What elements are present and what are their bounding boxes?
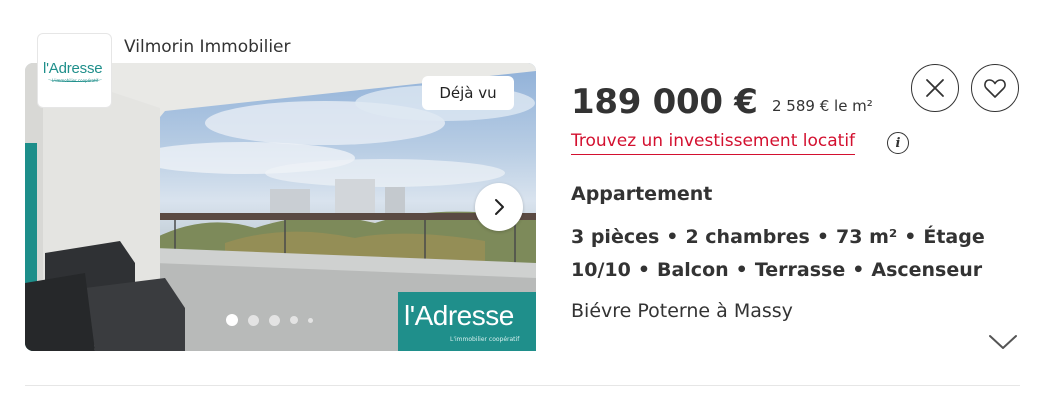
carousel-dot[interactable] [308,317,313,323]
property-type: Appartement [571,183,713,205]
listing-card[interactable]: l'Adresse L'immobilier coopératif Vilmor… [0,0,1056,413]
feature-separator: • [816,226,830,248]
carousel-dots[interactable] [226,314,313,326]
agency-logo-tagline: L'immobilier coopératif [52,78,99,83]
chevron-right-icon [495,199,504,215]
property-features: 3 pièces • 2 chambres • 73 m² • Étage 10/10 • Ba… [571,221,1021,287]
carousel-dot[interactable] [269,314,280,326]
feature-separator: • [852,259,865,281]
feature-area: 73 m² [836,226,898,248]
agency-logo[interactable]: l'Adresse L'immobilier coopératif [37,33,112,108]
watermark-tagline: L'immobilier coopératif [450,336,520,343]
price-per-sqm: 2 589 € le m² [772,97,873,115]
feature-balcony: Balcon [656,259,729,281]
heart-icon [984,79,1006,98]
favorite-button[interactable] [971,64,1019,112]
feature-separator: • [637,259,650,281]
next-photo-button[interactable] [475,183,523,231]
listing-price: 189 000 € [571,82,758,122]
carousel-dot-active[interactable] [226,314,238,326]
photo-watermark: l'Adresse L'immobilier coopératif [398,292,536,351]
info-icon[interactable]: i [887,132,909,154]
feature-separator: • [904,226,917,248]
watermark-text: l'Adresse [404,300,514,331]
carousel-dot[interactable] [248,314,259,326]
seen-badge: Déjà vu [422,76,514,110]
listing-location: Biévre Poterne à Massy [571,300,793,322]
feature-terrace: Terrasse [754,259,846,281]
dismiss-button[interactable] [911,64,959,112]
chevron-down-icon[interactable] [988,333,1018,351]
agency-name[interactable]: Vilmorin Immobilier [124,37,291,57]
carousel-dot[interactable] [290,316,298,324]
feature-separator: • [666,226,679,248]
card-divider [25,385,1020,386]
feature-elevator: Ascenseur [871,259,983,281]
investment-link[interactable]: Trouvez un investissement locatif [571,131,856,155]
close-icon [926,79,944,97]
feature-rooms: 3 pièces [571,226,660,248]
feature-separator: • [735,259,748,281]
feature-bedrooms: 2 chambres [685,226,810,248]
agency-logo-text: l'Adresse [43,60,103,77]
